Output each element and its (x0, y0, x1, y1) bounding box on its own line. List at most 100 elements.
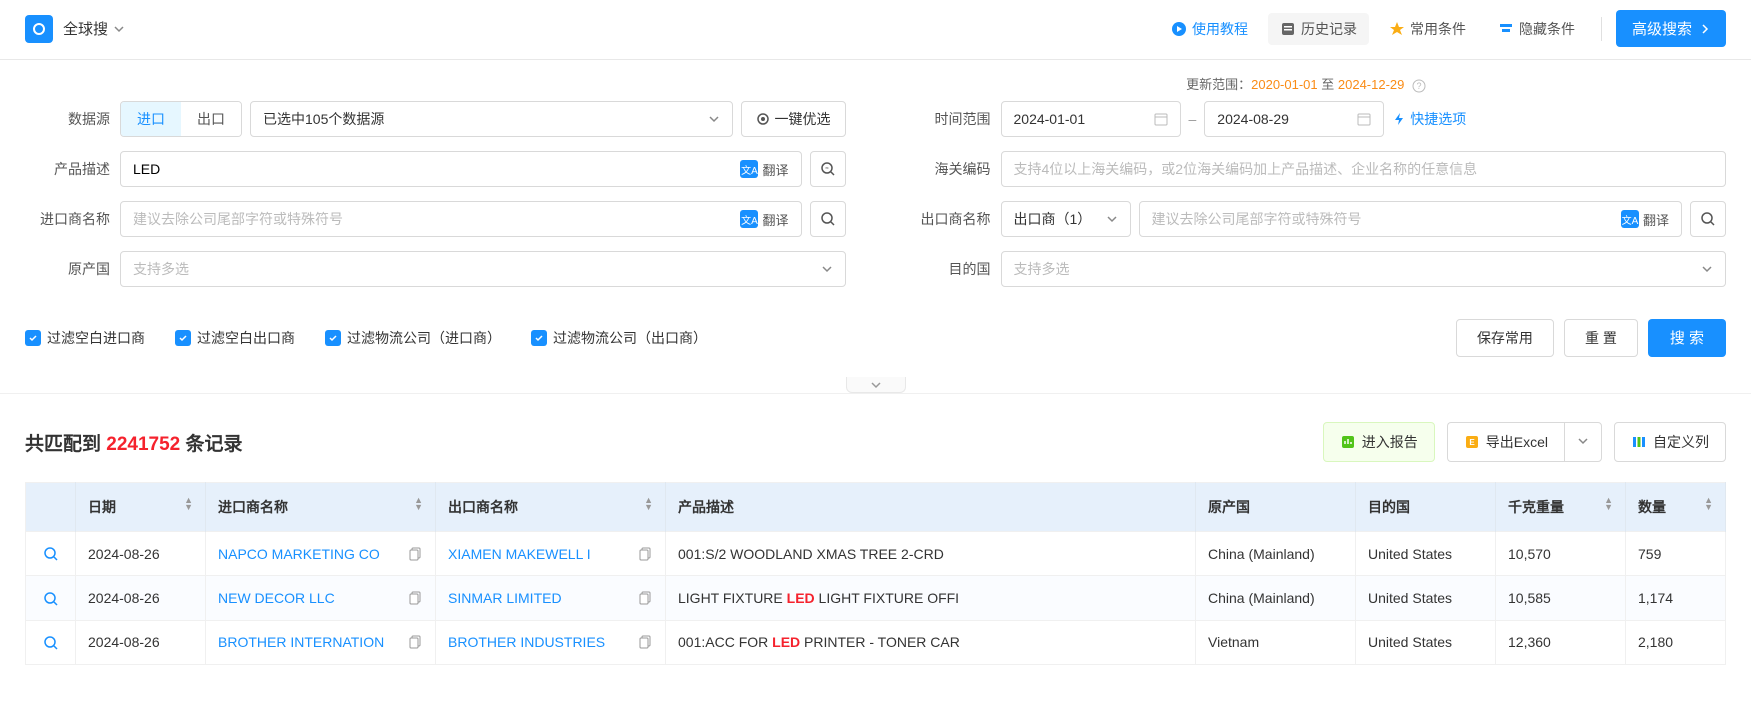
search-similar-button[interactable] (1690, 201, 1726, 237)
global-search-dropdown[interactable]: 全球搜 (63, 18, 124, 39)
exporter-link[interactable]: XIAMEN MAKEWELL I (448, 546, 653, 562)
table-row: 2024-08-26 BROTHER INTERNATION BROTHER I… (26, 620, 1726, 664)
translate-button[interactable]: 文A 翻译 (1621, 210, 1669, 229)
cell-date: 2024-08-26 (76, 576, 206, 620)
chevron-down-icon (1577, 435, 1589, 447)
date-start-input[interactable]: 2024-01-01 (1001, 101, 1181, 137)
col-weight[interactable]: 千克重量▲▼ (1496, 483, 1626, 532)
filter-empty-exporter-checkbox[interactable]: 过滤空白出口商 (175, 328, 295, 348)
cell-weight: 10,570 (1496, 532, 1626, 576)
search-similar-button[interactable] (810, 201, 846, 237)
cell-date: 2024-08-26 (76, 620, 206, 664)
optimize-button[interactable]: 一键优选 (741, 101, 846, 137)
source-select-text: 已选中105个数据源 (263, 109, 384, 129)
favorites-button[interactable]: 常用条件 (1377, 13, 1478, 45)
copy-icon[interactable] (409, 635, 423, 649)
enter-report-button[interactable]: 进入报告 (1323, 422, 1435, 462)
advanced-search-button[interactable]: 高级搜索 (1616, 10, 1726, 47)
sort-icon[interactable]: ▲▼ (1704, 497, 1713, 511)
hidden-conditions-button[interactable]: 隐藏条件 (1486, 13, 1587, 45)
star-icon (1389, 21, 1405, 37)
exporter-type-select[interactable]: 出口商（1） (1001, 201, 1131, 237)
destination-select[interactable]: 支持多选 (1001, 251, 1727, 287)
results-table: 日期▲▼ 进口商名称▲▼ 出口商名称▲▼ 产品描述 原产国 目的国 千克重量▲▼… (25, 482, 1726, 665)
filter-logistics-importer-checkbox[interactable]: 过滤物流公司（进口商） (325, 328, 501, 348)
history-icon (1280, 21, 1296, 37)
tutorial-link[interactable]: 使用教程 (1159, 13, 1260, 45)
sort-icon[interactable]: ▲▼ (644, 497, 653, 511)
hidden-cond-label: 隐藏条件 (1519, 19, 1575, 39)
checkbox-icon (325, 330, 341, 346)
origin-select[interactable]: 支持多选 (120, 251, 846, 287)
col-date[interactable]: 日期▲▼ (76, 483, 206, 532)
table-row: 2024-08-26 NEW DECOR LLC SINMAR LIMITED … (26, 576, 1726, 620)
translate-button[interactable]: 文A 翻译 (740, 160, 788, 179)
import-tab[interactable]: 进口 (121, 102, 181, 136)
col-qty[interactable]: 数量▲▼ (1626, 483, 1726, 532)
svg-text:?: ? (1416, 81, 1421, 91)
checkbox-label: 过滤空白出口商 (197, 328, 295, 348)
date-end-input[interactable]: 2024-08-29 (1204, 101, 1384, 137)
importer-link[interactable]: NAPCO MARKETING CO (218, 546, 423, 562)
copy-icon[interactable] (409, 591, 423, 605)
save-common-button[interactable]: 保存常用 (1456, 319, 1554, 357)
copy-icon[interactable] (639, 635, 653, 649)
history-button[interactable]: 历史记录 (1268, 13, 1369, 45)
product-desc-input[interactable] (133, 161, 740, 177)
importer-input[interactable] (133, 211, 740, 227)
filter-empty-importer-checkbox[interactable]: 过滤空白进口商 (25, 328, 145, 348)
copy-icon[interactable] (639, 591, 653, 605)
view-detail-button[interactable] (43, 589, 59, 605)
quick-options-link[interactable]: 快捷选项 (1392, 109, 1466, 129)
export-excel-button[interactable]: E 导出Excel (1447, 422, 1564, 462)
col-exporter[interactable]: 出口商名称▲▼ (436, 483, 666, 532)
search-similar-button[interactable]: ≈ (810, 151, 846, 187)
cell-origin: China (Mainland) (1196, 576, 1356, 620)
cell-qty: 1,174 (1626, 576, 1726, 620)
exporter-select-text: 出口商（1） (1014, 209, 1092, 229)
importer-input-wrap: 文A 翻译 (120, 201, 802, 237)
cell-product: 001:S/2 WOODLAND XMAS TREE 2-CRD (666, 532, 1196, 576)
cell-dest: United States (1356, 576, 1496, 620)
importer-label: 进口商名称 (25, 209, 110, 229)
importer-link[interactable]: NEW DECOR LLC (218, 590, 423, 606)
col-importer[interactable]: 进口商名称▲▼ (206, 483, 436, 532)
export-dropdown-button[interactable] (1564, 422, 1602, 462)
sort-icon[interactable]: ▲▼ (414, 497, 423, 511)
favorites-label: 常用条件 (1410, 19, 1466, 39)
info-icon[interactable]: ? (1412, 79, 1426, 93)
exporter-link[interactable]: BROTHER INDUSTRIES (448, 634, 653, 650)
sort-icon[interactable]: ▲▼ (1604, 497, 1613, 511)
update-range-text: 更新范围：2020-01-01 至 2024-12-29 ? (25, 74, 1726, 93)
cell-dest: United States (1356, 620, 1496, 664)
translate-button[interactable]: 文A 翻译 (740, 210, 788, 229)
date-end-value: 2024-08-29 (1217, 111, 1289, 127)
quick-opt-label: 快捷选项 (1410, 109, 1466, 129)
checkbox-icon (531, 330, 547, 346)
data-source-select[interactable]: 已选中105个数据源 (250, 101, 733, 137)
hs-code-input[interactable] (1014, 161, 1714, 177)
svg-text:≈: ≈ (825, 166, 829, 172)
view-detail-button[interactable] (43, 634, 59, 650)
exporter-input[interactable] (1152, 211, 1621, 227)
export-tab[interactable]: 出口 (181, 102, 241, 136)
sort-icon[interactable]: ▲▼ (184, 497, 193, 511)
copy-icon[interactable] (639, 547, 653, 561)
calendar-icon (1154, 112, 1168, 126)
filter-logistics-exporter-checkbox[interactable]: 过滤物流公司（出口商） (531, 328, 707, 348)
copy-icon[interactable] (409, 547, 423, 561)
search-button[interactable]: 搜 索 (1648, 319, 1726, 357)
search-similar-icon: ≈ (819, 160, 837, 178)
reset-button[interactable]: 重 置 (1564, 319, 1638, 357)
exporter-link[interactable]: SINMAR LIMITED (448, 590, 653, 606)
logo-icon (25, 15, 53, 43)
origin-placeholder: 支持多选 (133, 259, 189, 279)
import-export-toggle[interactable]: 进口 出口 (120, 101, 242, 137)
view-detail-button[interactable] (43, 545, 59, 561)
hs-code-input-wrap (1001, 151, 1727, 187)
importer-link[interactable]: BROTHER INTERNATION (218, 634, 423, 650)
collapse-handle[interactable] (846, 377, 906, 393)
checkbox-label: 过滤物流公司（进口商） (347, 328, 501, 348)
custom-columns-button[interactable]: 自定义列 (1614, 422, 1726, 462)
exporter-label: 出口商名称 (906, 209, 991, 229)
